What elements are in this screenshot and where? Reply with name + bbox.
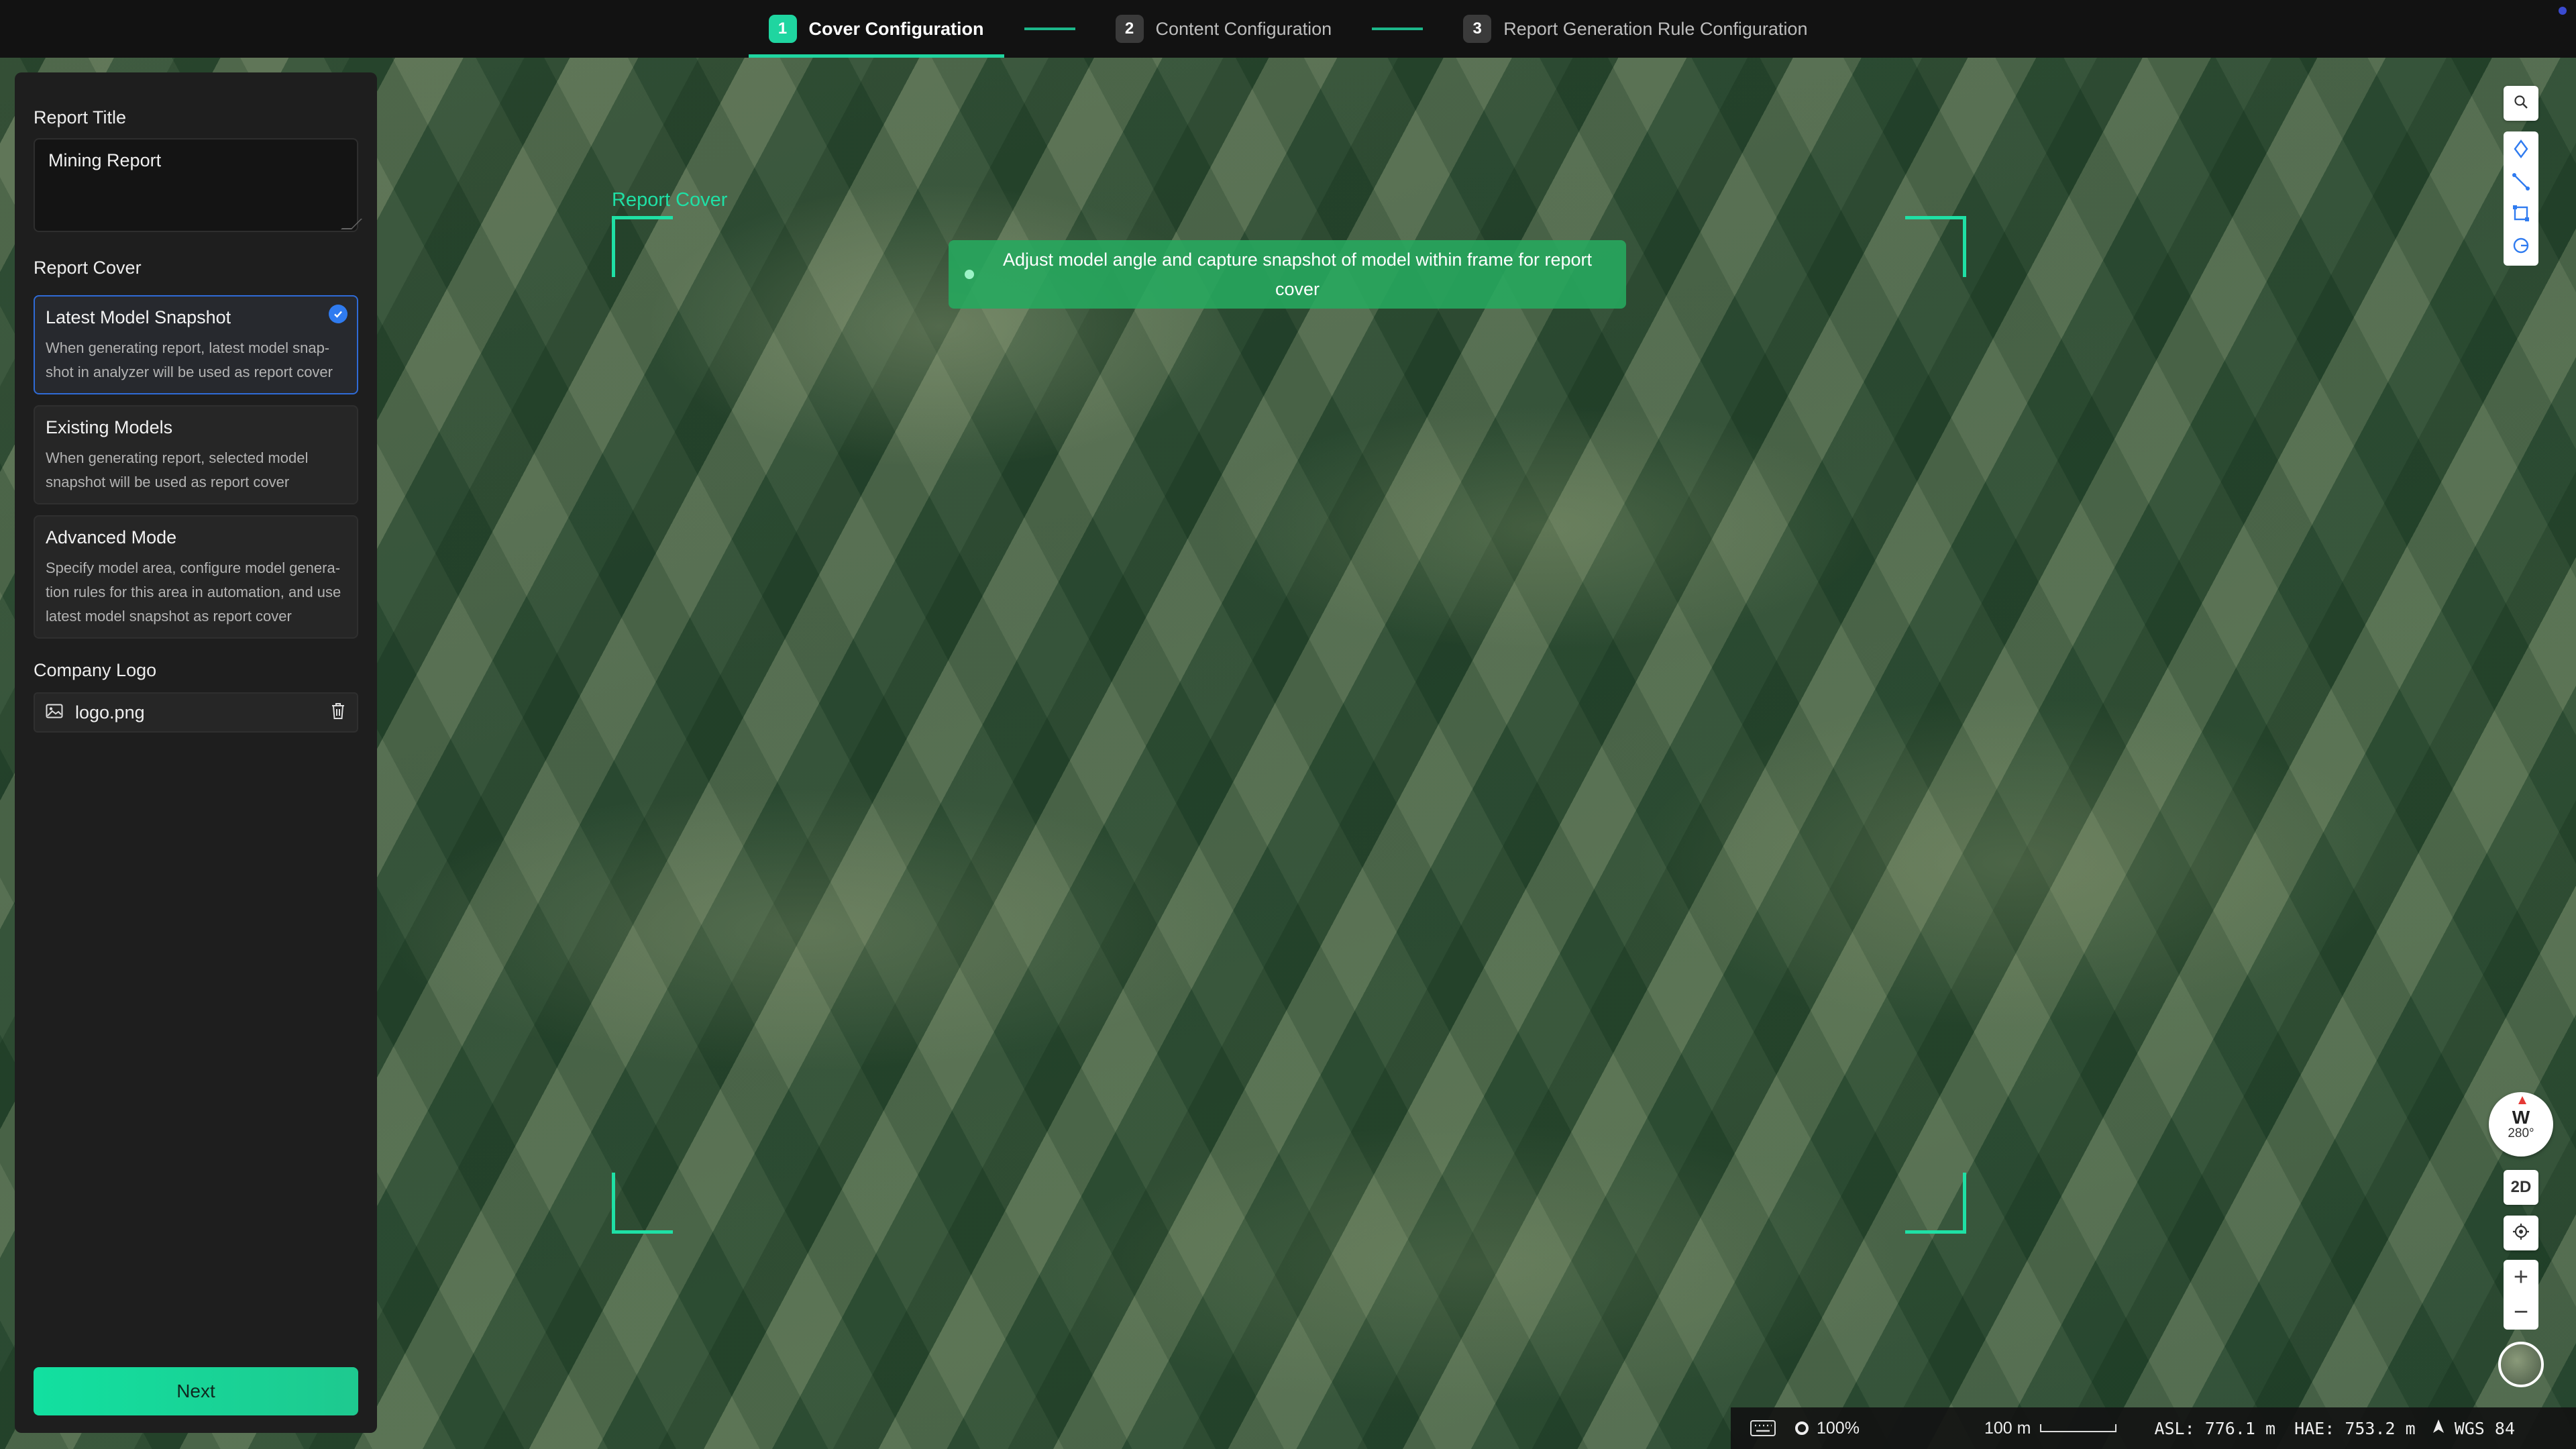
option-description: When generating report, selected model s… bbox=[46, 449, 309, 490]
status-dot bbox=[2559, 7, 2567, 15]
scale-line bbox=[2040, 1424, 2117, 1432]
scale-text: 100 m bbox=[1984, 1418, 2031, 1438]
circle-measure-icon[interactable] bbox=[2512, 236, 2530, 258]
point-icon[interactable] bbox=[2512, 139, 2530, 162]
scale-bar: 100 m bbox=[1984, 1418, 2117, 1438]
asl-readout: ASL: 776.1 m bbox=[2154, 1418, 2276, 1438]
north-arrow-icon bbox=[2430, 1418, 2447, 1438]
crs-indicator[interactable]: WGS 84 bbox=[2430, 1418, 2515, 1438]
compass[interactable]: W 280° bbox=[2489, 1092, 2553, 1157]
search-icon bbox=[2513, 94, 2529, 113]
line-icon[interactable] bbox=[2512, 172, 2530, 195]
status-bar: 100% 100 m ASL: 776.1 m HAE: 753.2 m WGS… bbox=[1731, 1407, 2576, 1449]
step-cover-configuration[interactable]: 1 Cover Configuration bbox=[748, 0, 1004, 58]
zoom-ring-icon bbox=[1795, 1421, 1809, 1435]
compass-heading: 280° bbox=[2508, 1126, 2534, 1140]
polygon-icon[interactable] bbox=[2512, 204, 2530, 226]
basemap-layer-button[interactable] bbox=[2498, 1342, 2544, 1387]
report-title-label: Report Title bbox=[34, 107, 127, 127]
zoom-level: 100% bbox=[1795, 1419, 1860, 1438]
image-icon bbox=[46, 704, 63, 722]
zoom-out-button[interactable]: − bbox=[2504, 1295, 2538, 1330]
snapshot-hint-toast: Adjust model angle and capture snapshot … bbox=[949, 240, 1626, 309]
frame-corner-top-right bbox=[1905, 216, 1966, 277]
step-number: 3 bbox=[1463, 15, 1492, 43]
zoom-in-button[interactable]: + bbox=[2504, 1260, 2538, 1295]
hint-text: Adjust model angle and capture snapshot … bbox=[1003, 250, 1592, 299]
report-cover-label: Report Cover bbox=[34, 258, 142, 278]
hae-readout: HAE: 753.2 m bbox=[2294, 1418, 2416, 1438]
option-description: When generating report, latest model sna… bbox=[46, 339, 333, 380]
step-report-generation-rule[interactable]: 3 Report Generation Rule Configuration bbox=[1443, 0, 1827, 58]
zoom-controls: + − bbox=[2504, 1260, 2538, 1330]
map-search-button[interactable] bbox=[2504, 86, 2538, 121]
crs-text: WGS 84 bbox=[2454, 1418, 2515, 1438]
frame-corner-bottom-left bbox=[612, 1173, 673, 1234]
zoom-percent: 100% bbox=[1817, 1418, 1860, 1438]
step-content-configuration[interactable]: 2 Content Configuration bbox=[1095, 0, 1352, 58]
company-logo-label: Company Logo bbox=[34, 660, 157, 680]
compass-needle-icon bbox=[2518, 1096, 2526, 1104]
cover-option-existing-models[interactable]: Existing Models When generating report, … bbox=[34, 405, 358, 504]
logo-file-row: logo.png bbox=[34, 692, 358, 733]
locate-button[interactable] bbox=[2504, 1216, 2538, 1250]
logo-file-name: logo.png bbox=[75, 702, 145, 722]
stepper-bar: 1 Cover Configuration 2 Content Configur… bbox=[0, 0, 2576, 58]
step-connector bbox=[1024, 28, 1075, 30]
option-title: Latest Model Snapshot bbox=[46, 307, 231, 327]
report-cover-frame-label: Report Cover bbox=[612, 189, 728, 211]
next-button[interactable]: Next bbox=[34, 1367, 358, 1415]
keyboard-icon[interactable] bbox=[1750, 1419, 1776, 1437]
step-label: Content Configuration bbox=[1155, 18, 1332, 39]
step-label: Report Generation Rule Configuration bbox=[1503, 18, 1808, 39]
option-description: Specify model area, configure model gene… bbox=[46, 559, 341, 625]
cover-option-advanced-mode[interactable]: Advanced Mode Specify model area, config… bbox=[34, 515, 358, 639]
check-circle-icon bbox=[329, 305, 347, 323]
locate-icon bbox=[2512, 1222, 2530, 1244]
frame-corner-top-left bbox=[612, 216, 673, 277]
frame-corner-bottom-right bbox=[1905, 1173, 1966, 1234]
option-title: Advanced Mode bbox=[46, 527, 177, 547]
option-title: Existing Models bbox=[46, 417, 173, 437]
trash-icon[interactable] bbox=[330, 702, 346, 723]
step-label: Cover Configuration bbox=[808, 18, 984, 39]
cover-config-panel: Report Title Report Cover Latest Model S… bbox=[15, 72, 377, 1433]
drawing-toolbar bbox=[2504, 131, 2538, 266]
step-number: 1 bbox=[768, 15, 797, 43]
report-title-input[interactable] bbox=[34, 138, 358, 232]
hint-dot-icon bbox=[965, 270, 974, 279]
compass-direction: W bbox=[2512, 1107, 2530, 1128]
view-mode-2d-button[interactable]: 2D bbox=[2504, 1170, 2538, 1205]
step-connector bbox=[1372, 28, 1424, 30]
step-number: 2 bbox=[1115, 15, 1144, 43]
cover-option-latest-snapshot[interactable]: Latest Model Snapshot When generating re… bbox=[34, 295, 358, 394]
